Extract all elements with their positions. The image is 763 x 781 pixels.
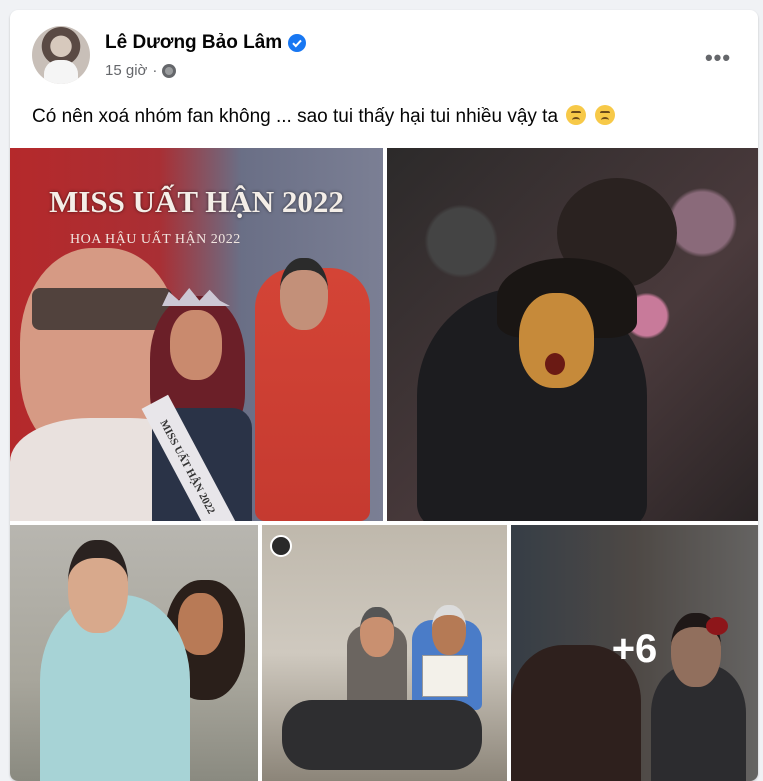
globe-icon[interactable] xyxy=(162,63,177,78)
photo-sign xyxy=(422,655,468,697)
photo-boy-head xyxy=(432,605,466,655)
photo-1[interactable]: MISS UẤT HẬN 2022 HOA HẬU UẤT HẬN 2022 M… xyxy=(10,148,383,521)
photo-3[interactable] xyxy=(10,525,258,781)
weary-face-icon xyxy=(594,105,615,125)
avatar-figure xyxy=(44,60,78,84)
photo-head xyxy=(68,540,128,633)
post-text: Có nên xoá nhóm fan không ... sao tui th… xyxy=(32,105,736,128)
more-photos-count: +6 xyxy=(611,627,658,671)
photo-title: MISS UẤT HẬN 2022 xyxy=(49,184,344,219)
verified-badge-icon xyxy=(288,34,307,52)
photo-2[interactable] xyxy=(387,148,758,521)
author-row: Lê Dương Bảo Lâm xyxy=(105,32,307,54)
weary-face-icon xyxy=(566,105,587,125)
photo-subtitle: HOA HẬU UẤT HẬN 2022 xyxy=(70,232,241,247)
post-meta: 15 giờ · xyxy=(105,62,177,79)
crown-icon xyxy=(162,288,230,306)
photo-girl-head xyxy=(360,607,394,657)
photo-scooter xyxy=(282,700,482,770)
photo-mouth xyxy=(545,353,565,375)
photo-4[interactable] xyxy=(262,525,507,781)
avatar[interactable] xyxy=(32,26,90,84)
photo-badge-icon xyxy=(270,535,292,557)
post-time[interactable]: 15 giờ xyxy=(105,62,147,79)
photo-robe-face xyxy=(280,258,328,330)
post-caption: Có nên xoá nhóm fan không ... sao tui th… xyxy=(32,106,559,127)
meta-separator: · xyxy=(152,62,158,79)
post-card: Lê Dương Bảo Lâm 15 giờ · ••• Có nên xoá… xyxy=(10,10,758,781)
more-options-button[interactable]: ••• xyxy=(700,40,736,76)
author-name[interactable]: Lê Dương Bảo Lâm xyxy=(105,32,282,54)
more-horizontal-icon: ••• xyxy=(704,45,732,70)
queen-face xyxy=(170,310,222,380)
photo-face xyxy=(178,593,223,655)
photo-5-more[interactable]: +6 xyxy=(511,525,758,781)
